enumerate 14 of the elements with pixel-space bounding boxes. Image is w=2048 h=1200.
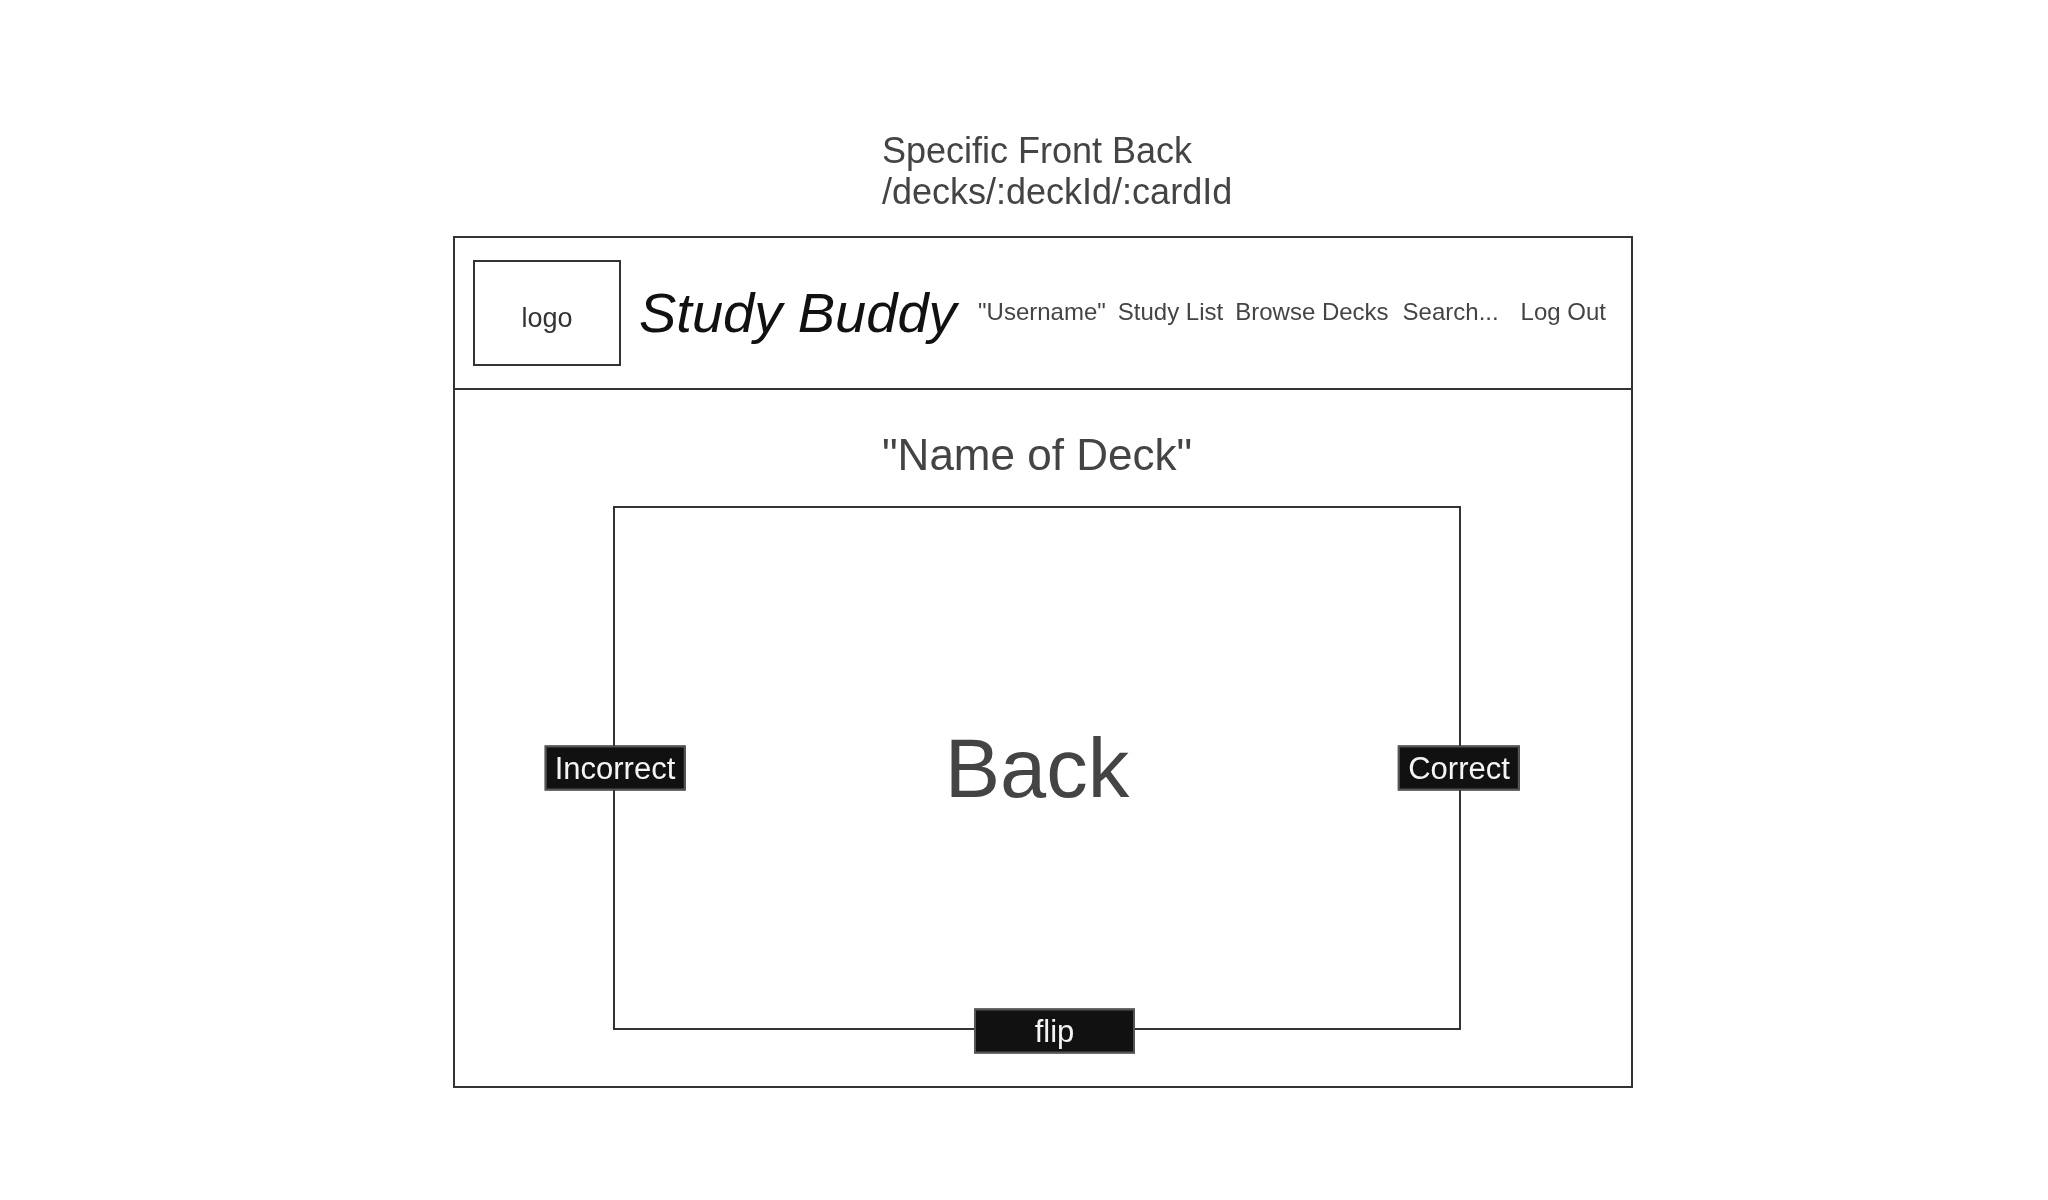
wireframe-title: Specific Front Back bbox=[882, 130, 1193, 171]
nav-link[interactable]: Browse Decks bbox=[1235, 298, 1389, 326]
nav-link[interactable]: Study List bbox=[1117, 298, 1224, 326]
flip-button[interactable]: flip bbox=[974, 1008, 1135, 1054]
route-path: /decks/:deckId/:cardId bbox=[882, 171, 1233, 212]
logo: logo bbox=[473, 260, 621, 366]
correct-button[interactable]: Correct bbox=[1398, 745, 1520, 791]
deck-title: "Name of Deck" bbox=[882, 429, 1192, 480]
search-field[interactable]: Search... bbox=[1402, 298, 1507, 326]
card-text: Back bbox=[944, 726, 1130, 810]
nav-link[interactable]: "Username" bbox=[978, 298, 1106, 326]
incorrect-button[interactable]: Incorrect bbox=[544, 745, 686, 791]
nav-link[interactable]: Log Out bbox=[1520, 298, 1606, 326]
app-title: Study Buddy bbox=[639, 280, 957, 346]
